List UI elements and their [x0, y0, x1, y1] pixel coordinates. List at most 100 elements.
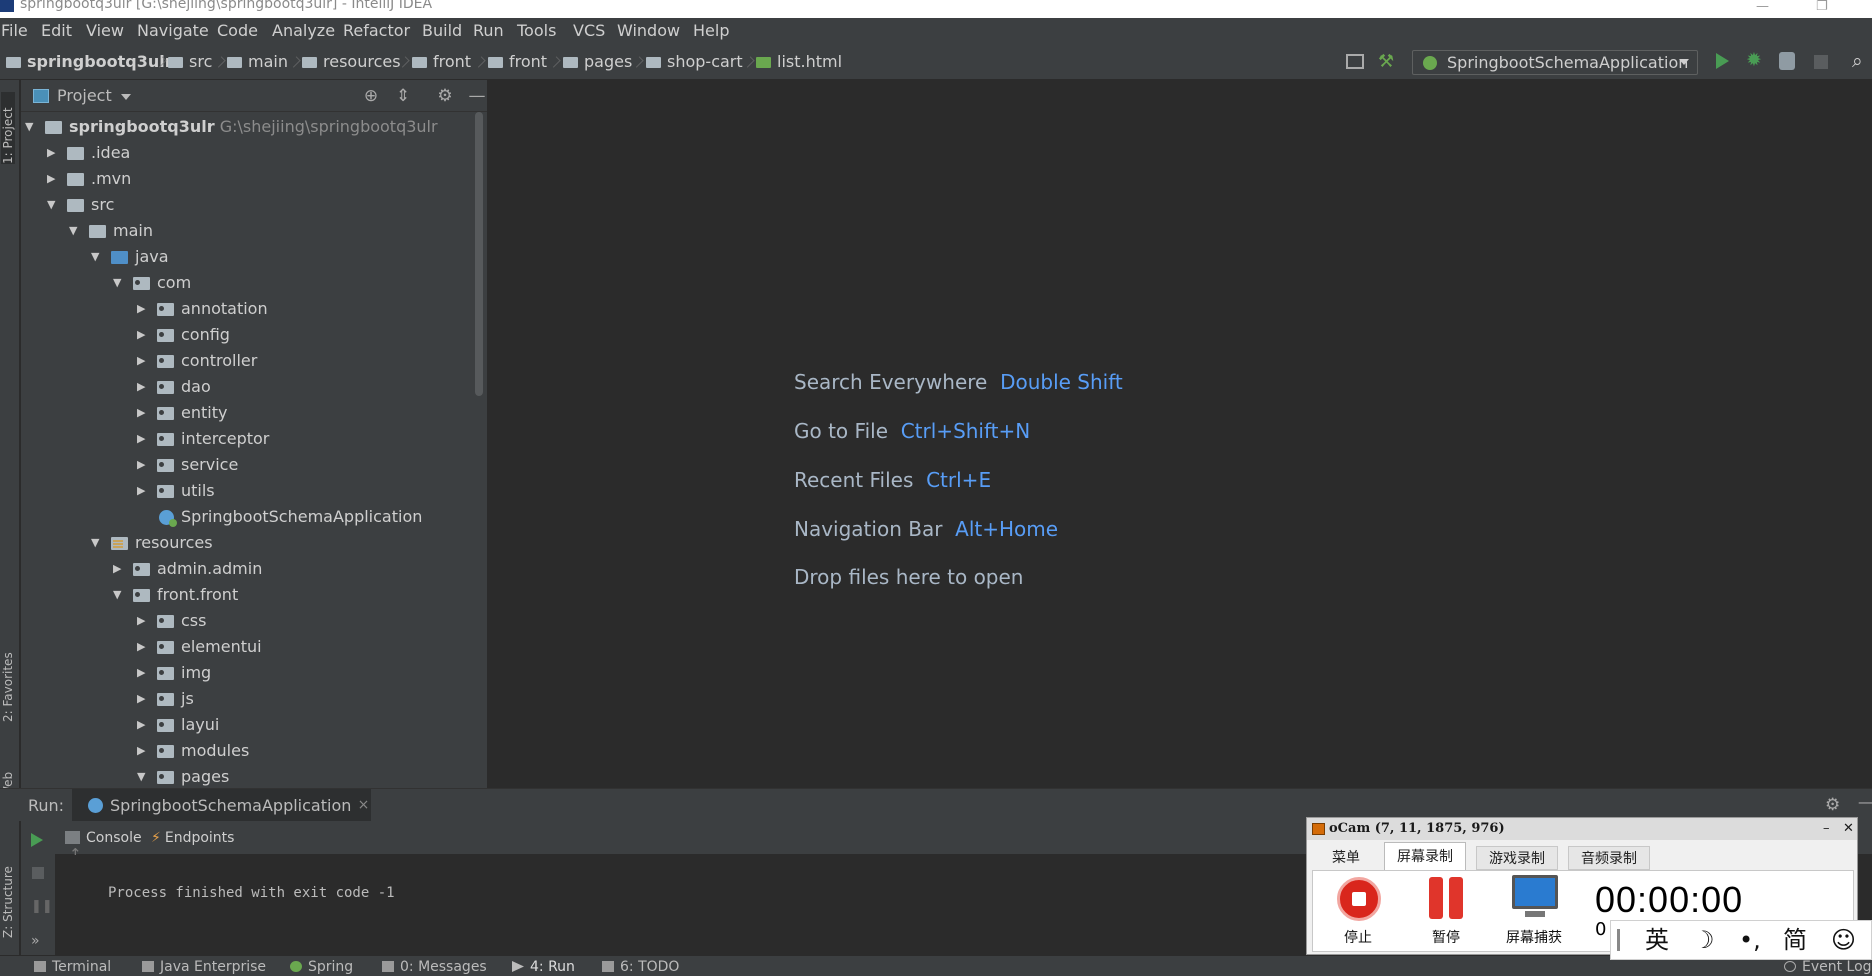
ime-language-toggle[interactable]: 英: [1645, 921, 1669, 959]
menu-window[interactable]: Window: [617, 18, 680, 44]
menu-refactor[interactable]: Refactor: [343, 18, 410, 44]
chevron-right-icon[interactable]: ▶: [137, 478, 149, 504]
status-run[interactable]: 4: Run: [512, 959, 575, 975]
breadcrumb-project[interactable]: springbootq3ulr: [6, 44, 173, 80]
project-panel-title[interactable]: Project: [57, 80, 112, 112]
menu-run[interactable]: Run: [473, 18, 504, 44]
chevron-right-icon[interactable]: ▶: [47, 166, 59, 192]
chevron-right-icon[interactable]: ▶: [137, 608, 149, 634]
close-icon[interactable]: ✕: [1843, 818, 1854, 840]
breadcrumb-front-2[interactable]: front: [488, 44, 547, 80]
ocam-tab-menu[interactable]: 菜单: [1316, 846, 1376, 870]
menu-help[interactable]: Help: [693, 18, 729, 44]
tree-item-label: resources: [135, 533, 213, 552]
chevron-down-icon[interactable]: ▼: [25, 114, 37, 140]
breadcrumb-list-html[interactable]: list.html: [756, 44, 842, 80]
chevron-right-icon[interactable]: ▶: [137, 712, 149, 738]
chevron-down-icon[interactable]: ▼: [113, 270, 125, 296]
ocam-tab-screen-record[interactable]: 屏幕录制: [1384, 842, 1466, 870]
rerun-icon[interactable]: [31, 833, 43, 847]
breadcrumb-front-1[interactable]: front: [412, 44, 471, 80]
run-configuration-select[interactable]: SpringbootSchemaApplication: [1412, 50, 1698, 75]
status-spring[interactable]: Spring: [290, 959, 353, 975]
breadcrumb-src[interactable]: src: [168, 44, 212, 80]
editor-empty-area[interactable]: Search Everywhere Double Shift Go to Fil…: [488, 80, 1872, 788]
ime-drag-handle[interactable]: [1617, 929, 1620, 951]
status-label: 6: TODO: [620, 959, 680, 975]
subtab-console[interactable]: Console: [65, 821, 142, 855]
chevron-down-icon[interactable]: ▼: [137, 764, 149, 788]
status-terminal[interactable]: Terminal: [34, 959, 111, 975]
menu-code[interactable]: Code: [217, 18, 258, 44]
chevron-right-icon[interactable]: ▶: [47, 140, 59, 166]
chevron-right-icon[interactable]: ▶: [137, 426, 149, 452]
project-tree-scrollbar[interactable]: [475, 112, 483, 396]
search-icon[interactable]: ⌕: [1852, 50, 1863, 72]
ocam-tab-game-record[interactable]: 游戏录制: [1476, 846, 1558, 870]
minimize-icon[interactable]: —: [1756, 0, 1769, 14]
menu-navigate[interactable]: Navigate: [137, 18, 209, 44]
gear-icon[interactable]: ⚙: [1825, 795, 1840, 815]
breadcrumb-shop-cart[interactable]: shop-cart: [646, 44, 743, 80]
chevron-right-icon[interactable]: ▶: [137, 660, 149, 686]
collapse-all-icon[interactable]: ⇕: [393, 86, 413, 106]
minimize-icon[interactable]: –: [1823, 818, 1830, 840]
side-tab-favorites[interactable]: 2: Favorites: [1, 644, 15, 722]
chevron-down-icon[interactable]: ▼: [47, 192, 59, 218]
menu-tools[interactable]: Tools: [517, 18, 556, 44]
menu-file[interactable]: File: [1, 18, 28, 44]
breadcrumb-resources[interactable]: resources: [302, 44, 401, 80]
ime-width-toggle-icon[interactable]: ☽: [1693, 921, 1715, 959]
chevron-down-icon[interactable]: [121, 94, 131, 100]
chevron-down-icon[interactable]: ▼: [69, 218, 81, 244]
chevron-right-icon[interactable]: ▶: [113, 556, 125, 582]
menu-build[interactable]: Build: [422, 18, 462, 44]
stop-icon[interactable]: [32, 867, 44, 879]
more-icon[interactable]: »: [31, 933, 40, 949]
build-hammer-icon[interactable]: ⚒: [1378, 51, 1394, 72]
debug-bug-icon[interactable]: ✹: [1746, 49, 1762, 71]
status-java-enterprise[interactable]: Java Enterprise: [142, 959, 266, 975]
coverage-icon[interactable]: [1779, 52, 1795, 70]
locate-target-icon[interactable]: ⊕: [361, 86, 381, 106]
chevron-right-icon[interactable]: ▶: [137, 686, 149, 712]
status-event-log[interactable]: Event Log: [1784, 959, 1872, 975]
ime-simplified-toggle[interactable]: 简: [1783, 921, 1807, 959]
status-messages[interactable]: 0: Messages: [382, 959, 487, 975]
side-tab-structure[interactable]: Z: Structure: [1, 846, 15, 938]
menu-edit[interactable]: Edit: [41, 18, 72, 44]
chevron-right-icon[interactable]: ▶: [137, 452, 149, 478]
close-icon[interactable]: ×: [358, 789, 370, 822]
menu-analyze[interactable]: Analyze: [272, 18, 335, 44]
chevron-right-icon[interactable]: ▶: [137, 634, 149, 660]
breadcrumb-main[interactable]: main: [227, 44, 288, 80]
stop-icon[interactable]: [1814, 55, 1828, 69]
hide-icon[interactable]: —: [467, 86, 487, 106]
side-tab-project[interactable]: 1: Project: [1, 92, 15, 164]
menu-view[interactable]: View: [86, 18, 124, 44]
chevron-down-icon[interactable]: ▼: [91, 244, 103, 270]
chevron-down-icon[interactable]: ▼: [113, 582, 125, 608]
restore-icon[interactable]: ❐: [1816, 0, 1828, 14]
run-icon[interactable]: [1716, 53, 1729, 69]
hide-icon[interactable]: —: [1858, 793, 1872, 811]
breadcrumb-pages[interactable]: pages: [563, 44, 632, 80]
ime-punctuation-toggle[interactable]: •,: [1739, 921, 1761, 959]
gear-icon[interactable]: ⚙: [435, 86, 455, 106]
chevron-right-icon[interactable]: ▶: [137, 296, 149, 322]
chevron-down-icon[interactable]: ▼: [91, 530, 103, 556]
status-todo[interactable]: 6: TODO: [602, 959, 679, 975]
chevron-right-icon[interactable]: ▶: [137, 322, 149, 348]
pause-icon[interactable]: ❚❚: [31, 899, 53, 914]
project-structure-icon[interactable]: [1346, 54, 1364, 69]
chevron-right-icon[interactable]: ▶: [137, 738, 149, 764]
chevron-right-icon[interactable]: ▶: [137, 348, 149, 374]
run-tab[interactable]: SpringbootSchemaApplication ×: [72, 789, 372, 822]
chevron-right-icon[interactable]: ▶: [137, 374, 149, 400]
chevron-right-icon[interactable]: ▶: [137, 400, 149, 426]
ime-emoji-icon[interactable]: ☺: [1831, 921, 1856, 959]
subtab-endpoints[interactable]: ⚡ Endpoints: [151, 821, 234, 855]
ocam-tab-audio-record[interactable]: 音频录制: [1568, 846, 1650, 870]
menu-vcs[interactable]: VCS: [573, 18, 605, 44]
tree-item-label: service: [181, 455, 239, 474]
